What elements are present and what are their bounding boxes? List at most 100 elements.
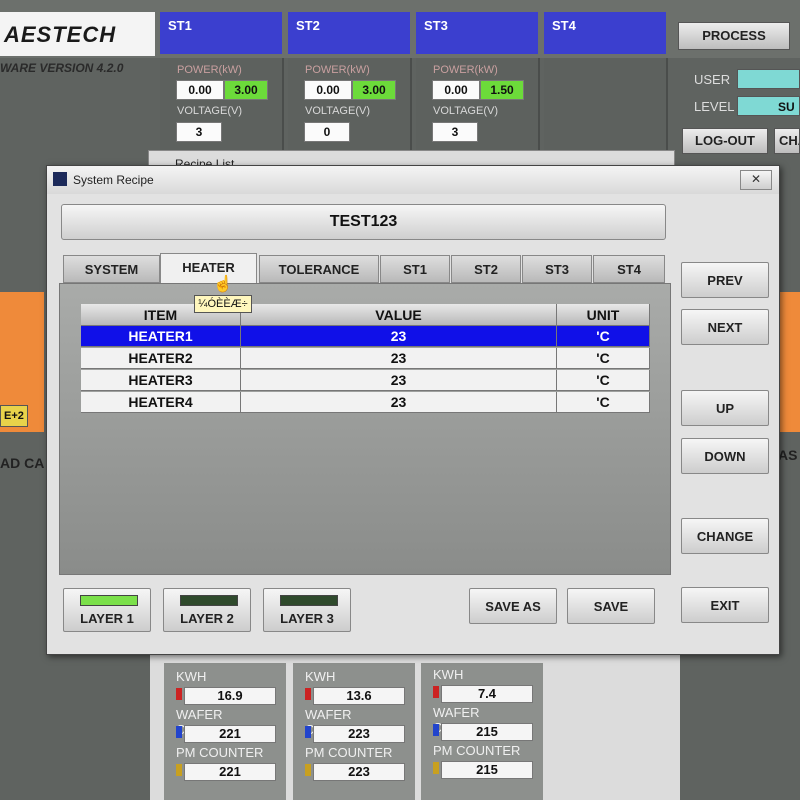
pm-marker: [305, 764, 311, 776]
voltage-label: VOLTAGE(V): [177, 105, 242, 117]
pm-counter-label: PM COUNTER: [305, 745, 393, 760]
process-button[interactable]: PROCESS: [678, 22, 790, 50]
power-label: POWER(kW): [177, 64, 242, 76]
kwh-value: 13.6: [313, 687, 405, 705]
pm-marker: [433, 762, 439, 774]
station-panel-st2: POWER(kW) 0.00 3.00 VOLTAGE(V) 0: [288, 58, 412, 150]
prev-button[interactable]: PREV: [681, 262, 769, 298]
voltage-label: VOLTAGE(V): [305, 105, 370, 117]
layer-2-indicator: [180, 595, 238, 606]
logo-text: AESTECH: [4, 22, 117, 47]
save-as-button[interactable]: SAVE AS: [469, 588, 557, 624]
tab-tooltip: ¼ÓÈÈÆ÷: [194, 295, 252, 313]
logout-button[interactable]: LOG-OUT: [682, 128, 768, 154]
layer-3-button[interactable]: LAYER 3: [263, 588, 351, 632]
power-setpoint[interactable]: 3.00: [224, 80, 268, 100]
station-header-st2[interactable]: ST2: [288, 12, 410, 54]
counter-panel-st2: KWH 13.6 WAFER COUNTER 223 PM COUNTER 22…: [293, 663, 415, 800]
app-icon: [53, 172, 67, 186]
layer-1-button[interactable]: LAYER 1: [63, 588, 151, 632]
column-header-unit: UNIT: [557, 304, 650, 326]
down-button[interactable]: DOWN: [681, 438, 769, 474]
power-label: POWER(kW): [305, 64, 370, 76]
wafer-marker: [433, 724, 439, 736]
heater-table: ITEM VALUE UNIT HEATER1 23 'C HEATER2 23…: [81, 304, 650, 414]
cell-value[interactable]: 23: [241, 348, 557, 369]
table-row[interactable]: HEATER1 23 'C: [81, 326, 650, 348]
cell-value[interactable]: 23: [241, 392, 557, 413]
table-row[interactable]: HEATER4 23 'C: [81, 392, 650, 414]
cell-unit[interactable]: 'C: [557, 348, 650, 369]
cell-value[interactable]: 23: [241, 326, 557, 347]
hand-cursor-icon: ☝: [213, 276, 233, 293]
tab-st4[interactable]: ST4: [593, 255, 665, 283]
station-header-st4[interactable]: ST4: [544, 12, 666, 54]
power-actual: 0.00: [432, 80, 480, 100]
change-button[interactable]: CHANGE: [681, 518, 769, 554]
table-row[interactable]: HEATER3 23 'C: [81, 370, 650, 392]
table-header-row: ITEM VALUE UNIT: [81, 304, 650, 326]
table-row[interactable]: HEATER2 23 'C: [81, 348, 650, 370]
dialog-title: System Recipe: [73, 173, 154, 187]
pm-counter-value: 215: [441, 761, 533, 779]
wafer-counter-value: 215: [441, 723, 533, 741]
cell-item[interactable]: HEATER2: [81, 348, 241, 369]
level-field: SU: [737, 96, 800, 116]
kwh-label: KWH: [305, 669, 336, 684]
level-label: LEVEL: [694, 99, 735, 114]
column-header-value: VALUE: [241, 304, 557, 326]
counter-panel-st1: KWH 16.9 WAFER COUNTER 221 PM COUNTER 22…: [164, 663, 286, 800]
pm-counter-value: 221: [184, 763, 276, 781]
power-label: POWER(kW): [433, 64, 498, 76]
cell-unit[interactable]: 'C: [557, 392, 650, 413]
software-version: WARE VERSION 4.2.0: [0, 61, 124, 75]
tab-tolerance[interactable]: TOLERANCE: [259, 255, 379, 283]
tab-st2[interactable]: ST2: [451, 255, 521, 283]
tab-heater[interactable]: HEATER: [160, 253, 257, 285]
save-button[interactable]: SAVE: [567, 588, 655, 624]
user-label: USER: [694, 72, 731, 87]
cell-item[interactable]: HEATER3: [81, 370, 241, 391]
cell-unit[interactable]: 'C: [557, 370, 650, 391]
tab-system[interactable]: SYSTEM: [63, 255, 160, 283]
layer-1-indicator: [80, 595, 138, 606]
pm-counter-value: 223: [313, 763, 405, 781]
layer-2-button[interactable]: LAYER 2: [163, 588, 251, 632]
station-header-st3[interactable]: ST3: [416, 12, 538, 54]
cell-item[interactable]: HEATER1: [81, 326, 241, 347]
power-actual: 0.00: [304, 80, 352, 100]
cell-item[interactable]: HEATER4: [81, 392, 241, 413]
tab-st1[interactable]: ST1: [380, 255, 450, 283]
power-setpoint[interactable]: 1.50: [480, 80, 524, 100]
system-recipe-dialog: System Recipe ✕ TEST123 SYSTEM HEATER TO…: [46, 165, 780, 655]
kwh-marker: [305, 688, 311, 700]
change-password-button[interactable]: CHA: [774, 128, 800, 154]
next-button[interactable]: NEXT: [681, 309, 769, 345]
pm-marker: [176, 764, 182, 776]
pm-counter-label: PM COUNTER: [176, 745, 264, 760]
voltage-value: 3: [176, 122, 222, 142]
layer-1-label: LAYER 1: [80, 611, 134, 626]
station-header-st1[interactable]: ST1: [160, 12, 282, 54]
tab-st3[interactable]: ST3: [522, 255, 592, 283]
up-button[interactable]: UP: [681, 390, 769, 426]
power-actual: 0.00: [176, 80, 224, 100]
wafer-marker: [176, 726, 182, 738]
exit-button[interactable]: EXIT: [681, 587, 769, 623]
cell-value[interactable]: 23: [241, 370, 557, 391]
dialog-titlebar[interactable]: System Recipe ✕: [47, 166, 779, 194]
kwh-label: KWH: [433, 667, 464, 682]
counter-panel-st3: KWH 7.4 WAFER COUNTER 215 PM COUNTER 215: [421, 663, 543, 800]
status-badge: E+2: [0, 405, 28, 427]
kwh-marker: [176, 688, 182, 700]
wafer-counter-value: 223: [313, 725, 405, 743]
recipe-name: TEST123: [61, 204, 666, 240]
voltage-value: 0: [304, 122, 350, 142]
station-panel-st4: [544, 58, 668, 150]
close-icon[interactable]: ✕: [740, 170, 772, 190]
cell-unit[interactable]: 'C: [557, 326, 650, 347]
voltage-label: VOLTAGE(V): [433, 105, 498, 117]
load-chamber-label: AD CA: [0, 455, 45, 471]
power-setpoint[interactable]: 3.00: [352, 80, 396, 100]
kwh-value: 7.4: [441, 685, 533, 703]
